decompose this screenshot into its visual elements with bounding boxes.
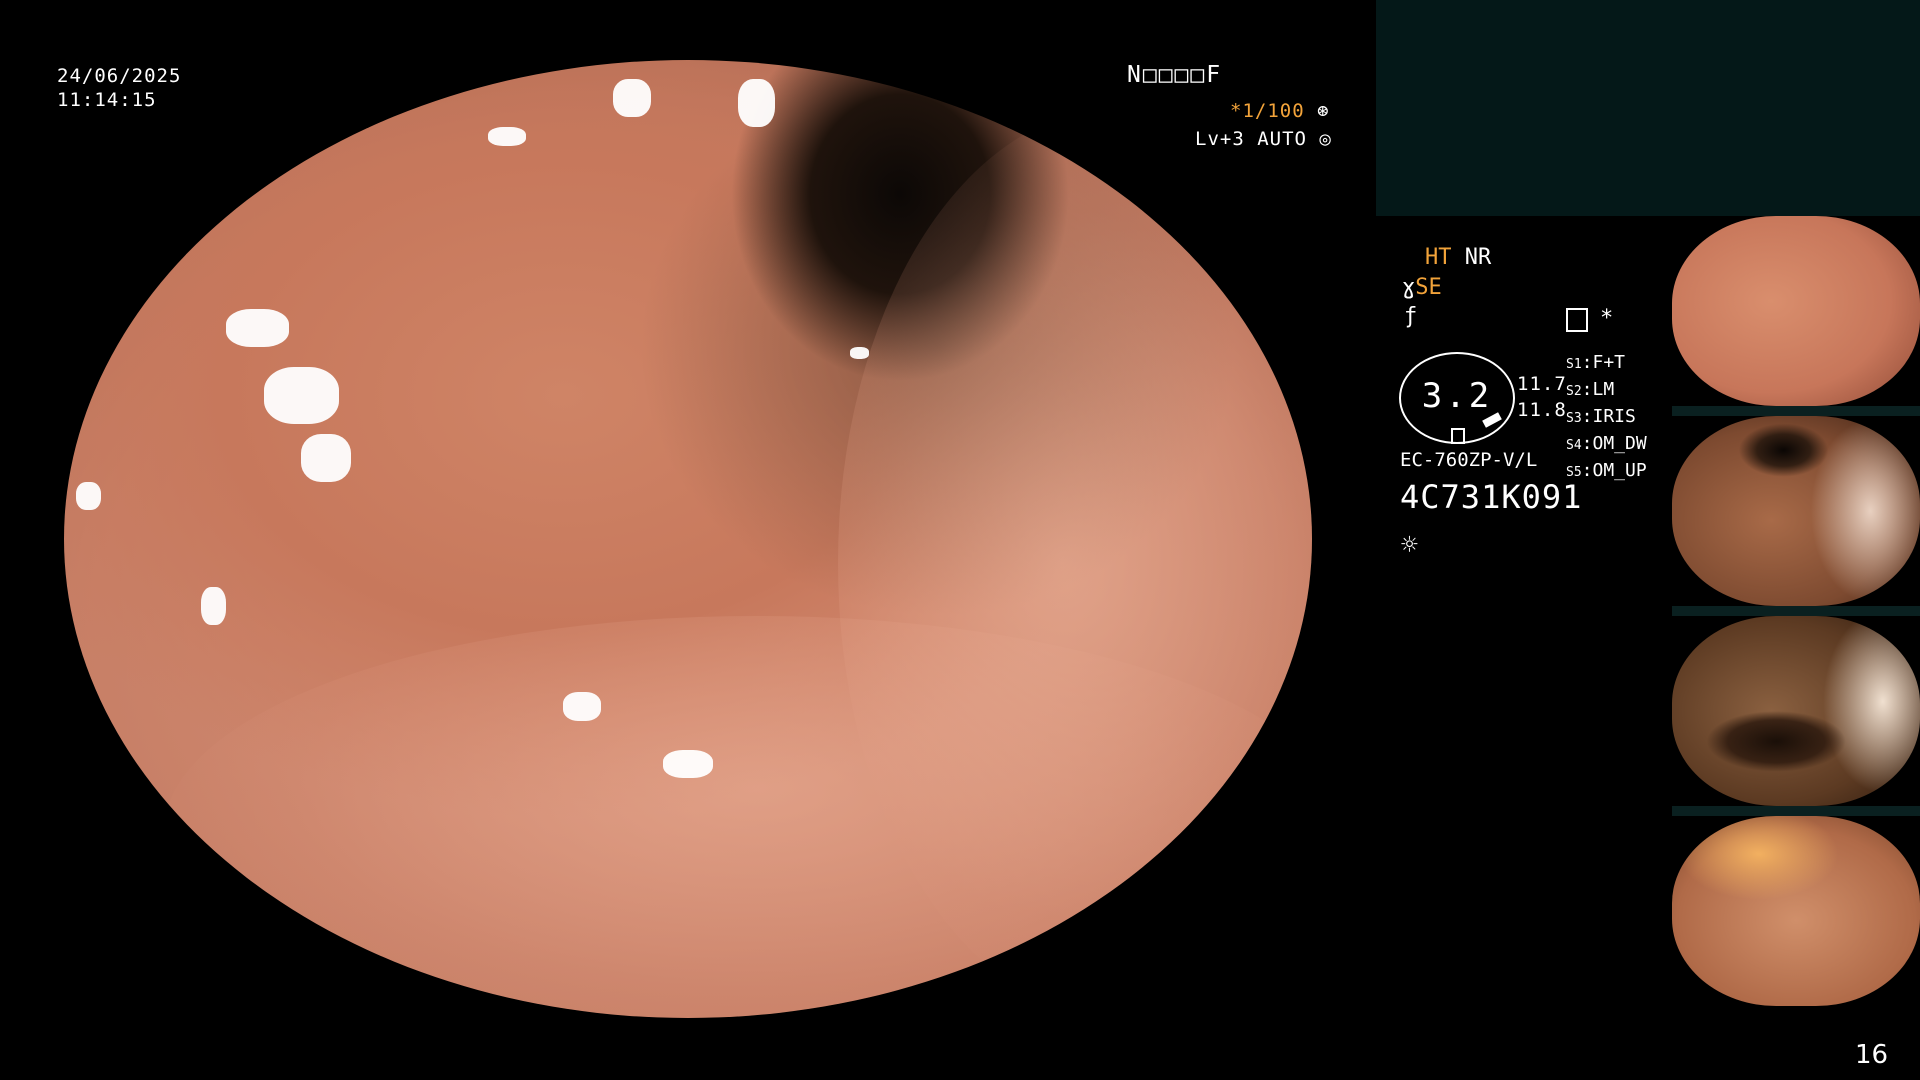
switch-list: S1:F+T S2:LM S3:IRIS S4:OM_DW S5:OM_UP: [1566, 350, 1647, 485]
glare: [263, 366, 339, 425]
switch-s2: S2:LM: [1566, 379, 1615, 400]
thumbnail-divider: [1672, 606, 1920, 616]
switch-s1: S1:F+T: [1566, 352, 1626, 373]
time-label: 11:14:15: [57, 89, 157, 111]
glare: [613, 79, 651, 118]
enhance-row: HT NR: [1425, 245, 1491, 270]
switch-key: S4: [1566, 438, 1582, 453]
page-number: 16: [1855, 1040, 1889, 1070]
zoom-gauge: 3.2: [1399, 352, 1515, 444]
switch-value: IRIS: [1592, 406, 1636, 427]
se-label: SE: [1415, 275, 1442, 300]
hook-icon: ɣ: [1402, 275, 1416, 300]
memo-icon: [1566, 308, 1588, 332]
ht-label: HT: [1425, 245, 1452, 270]
switch-key: S1: [1566, 357, 1582, 372]
switch-value: LM: [1592, 379, 1615, 400]
endoscope-view: [64, 60, 1312, 1018]
thumbnail-1[interactable]: [1672, 216, 1920, 406]
shutter-value: *1/100: [1230, 100, 1305, 122]
shutter-speed: *1/100 ⊛: [1230, 99, 1330, 123]
glare: [563, 692, 601, 721]
gauge-right-bottom: 11.8: [1517, 399, 1567, 421]
thumbnail-4[interactable]: [1672, 816, 1920, 1006]
switch-value: OM_UP: [1592, 460, 1647, 481]
light-icon: ☼: [1401, 528, 1418, 561]
switch-value: OM_DW: [1592, 433, 1647, 454]
asterisk-icon: *: [1600, 306, 1614, 331]
scope-serial: 4C731K091: [1400, 478, 1583, 516]
se-row: ɣSE: [1402, 275, 1442, 300]
thumbnail-2[interactable]: [1672, 416, 1920, 606]
patient-code: N□□□□F: [1127, 62, 1223, 88]
switch-s3: S3:IRIS: [1566, 406, 1636, 427]
glare: [226, 309, 289, 348]
switch-key: S2: [1566, 384, 1582, 399]
glare: [76, 481, 102, 511]
aperture-icon: ⊛: [1304, 100, 1330, 122]
thumbnail-divider: [1672, 406, 1920, 416]
glare: [301, 433, 352, 482]
gauge-right-top: 11.7: [1517, 373, 1567, 395]
glare: [663, 749, 713, 779]
gauge-value: 3.2: [1421, 376, 1493, 416]
glare: [737, 79, 776, 128]
info-panel: [1376, 0, 1920, 216]
date-label: 24/06/2025: [57, 65, 182, 87]
glare: [488, 127, 526, 147]
thumbnail-divider: [1672, 806, 1920, 816]
glare: [201, 586, 227, 626]
level-auto: Lv+3 AUTO ◎: [1195, 127, 1332, 151]
level-value: Lv+3 AUTO: [1195, 128, 1307, 150]
auto-icon: ◎: [1306, 128, 1332, 150]
glare: [850, 347, 869, 359]
switch-key: S3: [1566, 411, 1582, 426]
gauge-tick: [1451, 428, 1465, 444]
f-mark-icon: ƒ: [1404, 304, 1418, 329]
thumbnail-3[interactable]: [1672, 616, 1920, 806]
nr-label: NR: [1464, 245, 1492, 270]
switch-value: F+T: [1592, 352, 1626, 373]
switch-s4: S4:OM_DW: [1566, 433, 1647, 454]
scope-model: EC-760ZP-V/L: [1400, 449, 1538, 471]
